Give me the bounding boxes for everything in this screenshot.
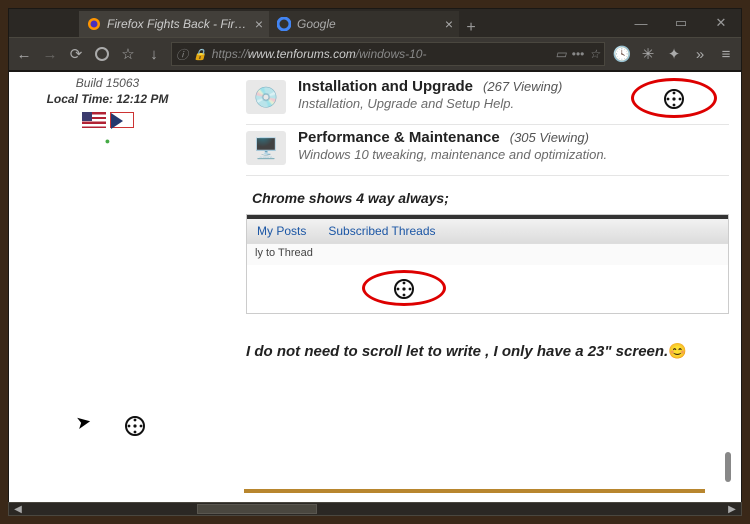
monitor-icon: 🖥️ xyxy=(246,131,286,165)
autoscroll-target-icon xyxy=(663,88,685,110)
tab-title: Firefox Fights Back - Firefo xyxy=(107,17,249,31)
close-icon[interactable]: × xyxy=(445,16,453,32)
horizontal-scrollbar[interactable]: ◀ ▶ xyxy=(8,502,742,516)
vertical-scrollbar[interactable] xyxy=(725,452,731,482)
disc-icon: 💿 xyxy=(246,80,286,114)
url-text: https://www.tenforums.com/windows-10- xyxy=(212,47,551,61)
google-icon xyxy=(277,17,291,31)
google-search-icon[interactable] xyxy=(93,45,111,63)
forum-row: 🖥️ Performance & Maintenance (305 Viewin… xyxy=(246,125,729,176)
embed-reply-fragment: ly to Thread xyxy=(247,243,728,265)
scrollbar-thumb[interactable] xyxy=(197,504,317,514)
local-time: Local Time: 12:12 PM xyxy=(9,92,206,106)
embed-body xyxy=(247,265,728,313)
forum-viewing-count: (305 Viewing) xyxy=(510,130,589,145)
maximize-button[interactable]: ▭ xyxy=(661,9,701,37)
url-bar[interactable]: ⓘ 🔒 https://www.tenforums.com/windows-10… xyxy=(171,42,605,66)
titlebar: Firefox Fights Back - Firefo × Google × … xyxy=(9,9,741,37)
download-icon[interactable]: ↓ xyxy=(145,45,163,63)
toolbar: ← → ⟳ ☆ ↓ ⓘ 🔒 https://www.tenforums.com/… xyxy=(9,37,741,71)
overflow-icon[interactable]: » xyxy=(691,45,709,63)
embed-tabstrip: My Posts Subscribed Threads xyxy=(247,215,728,243)
note-text: Chrome shows 4 way always; xyxy=(252,190,729,206)
forum-title[interactable]: Performance & Maintenance xyxy=(298,129,500,146)
reader-icon[interactable]: ▭ xyxy=(555,47,566,61)
user-sidebar: Build 15063 Local Time: 12:12 PM ● xyxy=(9,72,206,515)
extension-icon[interactable]: ✦ xyxy=(665,45,683,63)
star-icon[interactable]: ☆ xyxy=(589,47,600,61)
forward-button[interactable]: → xyxy=(41,45,59,63)
scroll-left-icon[interactable]: ◀ xyxy=(9,504,27,515)
close-button[interactable]: ✕ xyxy=(701,9,741,37)
menu-icon[interactable]: ≡ xyxy=(717,45,735,63)
new-tab-button[interactable]: + xyxy=(459,19,483,37)
smile-emoji-icon: 😊 xyxy=(668,343,687,360)
browser-window: Firefox Fights Back - Firefo × Google × … xyxy=(8,8,742,516)
firefox-icon xyxy=(87,17,101,31)
content-area: Build 15063 Local Time: 12:12 PM ● 💿 Ins… xyxy=(9,71,741,515)
embed-tab: My Posts xyxy=(257,224,306,238)
reload-button[interactable]: ⟳ xyxy=(67,45,85,63)
autoscroll-target-icon xyxy=(393,278,415,300)
history-icon[interactable]: 🕓 xyxy=(613,45,631,63)
embedded-screenshot: My Posts Subscribed Threads ly to Thread xyxy=(246,214,729,314)
tab-inactive[interactable]: Google × xyxy=(269,11,459,37)
scroll-right-icon[interactable]: ▶ xyxy=(723,504,741,515)
info-icon[interactable]: ⓘ xyxy=(176,46,188,63)
embed-tab: Subscribed Threads xyxy=(328,224,435,238)
post-body: 💿 Installation and Upgrade (267 Viewing)… xyxy=(206,72,741,515)
flag-ohio-icon xyxy=(110,112,134,128)
flags xyxy=(9,112,206,128)
closing-text: I do not need to scroll let to write , I… xyxy=(246,342,729,360)
forum-title[interactable]: Installation and Upgrade xyxy=(298,78,473,95)
minimize-button[interactable]: — xyxy=(621,9,661,37)
forum-description: Windows 10 tweaking, maintenance and opt… xyxy=(298,147,729,162)
online-status-icon: ● xyxy=(9,136,206,146)
forum-row: 💿 Installation and Upgrade (267 Viewing)… xyxy=(246,74,729,125)
tab-strip: Firefox Fights Back - Firefo × Google × … xyxy=(79,9,483,37)
lock-icon: 🔒 xyxy=(193,48,207,61)
autoscroll-target-icon xyxy=(124,415,146,437)
tab-active[interactable]: Firefox Fights Back - Firefo × xyxy=(79,11,269,37)
window-controls: — ▭ ✕ xyxy=(621,9,741,37)
tab-title: Google xyxy=(297,17,439,31)
close-icon[interactable]: × xyxy=(255,16,263,32)
forum-viewing-count: (267 Viewing) xyxy=(483,79,562,94)
settings-gear-icon[interactable]: ✳ xyxy=(639,45,657,63)
bookmark-star-icon[interactable]: ☆ xyxy=(119,45,137,63)
more-icon[interactable]: ••• xyxy=(572,47,585,61)
divider xyxy=(244,489,705,493)
back-button[interactable]: ← xyxy=(15,45,33,63)
build-label: Build 15063 xyxy=(9,76,206,90)
flag-us-icon xyxy=(82,112,106,128)
